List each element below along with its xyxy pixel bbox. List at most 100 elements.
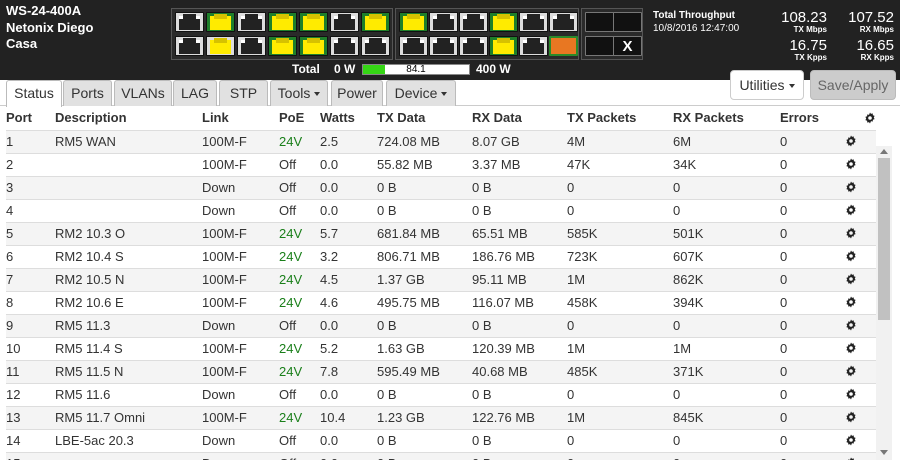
tab-vlans[interactable]: VLANs — [114, 80, 172, 106]
ethernet-port-icon[interactable] — [429, 36, 458, 56]
ethernet-port-icon[interactable] — [399, 36, 428, 56]
gear-icon[interactable] — [845, 135, 857, 147]
gear-icon[interactable] — [864, 112, 876, 124]
ethernet-port-icon[interactable] — [361, 36, 390, 56]
cell-errors: 0 — [780, 249, 788, 264]
ethernet-port-icon[interactable] — [489, 36, 518, 56]
table-row[interactable]: 14 LBE-5ac 20.3 Down Off 0.0 0 B 0 B 0 0 0 — [6, 429, 876, 452]
ethernet-port-icon[interactable] — [237, 36, 266, 56]
close-port-button[interactable]: X — [613, 36, 642, 56]
cell-description: RM5 WAN — [55, 134, 116, 149]
gear-icon[interactable] — [845, 273, 857, 285]
tab-lag[interactable]: LAG — [173, 80, 217, 106]
tx-mbps-value: 108.23 — [781, 9, 827, 26]
ethernet-port-icon[interactable] — [299, 12, 328, 32]
ethernet-port-icon[interactable] — [429, 12, 458, 32]
ethernet-port-icon[interactable] — [175, 36, 204, 56]
ethernet-port-icon[interactable] — [459, 12, 488, 32]
sfp-port[interactable] — [613, 12, 642, 32]
table-row[interactable]: 8 RM2 10.6 E 100M-F 24V 4.6 495.75 MB 116.07 M… — [6, 291, 876, 314]
gear-icon[interactable] — [845, 158, 857, 170]
column-header-errors[interactable]: Errors — [780, 110, 819, 125]
table-row[interactable]: 3 Down Off 0.0 0 B 0 B 0 0 0 — [6, 176, 876, 199]
tab-tools[interactable]: Tools — [270, 80, 328, 106]
column-header-description[interactable]: Description — [55, 110, 127, 125]
table-row[interactable]: 11 RM5 11.5 N 100M-F 24V 7.8 595.49 MB 40.68 M… — [6, 360, 876, 383]
header-bar: WS-24-400A Netonix Diego Casa X Total 0 … — [0, 0, 900, 80]
table-row[interactable]: 12 RM5 11.6 Down Off 0.0 0 B 0 B 0 0 0 — [6, 383, 876, 406]
gear-icon[interactable] — [845, 388, 857, 400]
tab-stp[interactable]: STP — [219, 80, 268, 106]
tab-device[interactable]: Device — [386, 80, 456, 106]
cell-rx-data: 120.39 MB — [472, 341, 535, 356]
gear-icon[interactable] — [845, 365, 857, 377]
table-row[interactable]: 2 100M-F Off 0.0 55.82 MB 3.37 MB 47K 34K 0 — [6, 153, 876, 176]
table-row[interactable]: 7 RM2 10.5 N 100M-F 24V 4.5 1.37 GB 95.11 MB 1M… — [6, 268, 876, 291]
column-header-tx-packets[interactable]: TX Packets — [567, 110, 636, 125]
column-header-tx-data[interactable]: TX Data — [377, 110, 425, 125]
tab-power[interactable]: Power — [331, 80, 383, 106]
cell-tx-packets: 0 — [567, 318, 575, 333]
cell-watts: 4.5 — [320, 272, 339, 287]
ethernet-port-icon[interactable] — [549, 36, 578, 56]
table-row[interactable]: 13 RM5 11.7 Omni 100M-F 24V 10.4 1.23 GB 122.7… — [6, 406, 876, 429]
gear-icon[interactable] — [845, 250, 857, 262]
cell-port: 11 — [6, 364, 20, 379]
ethernet-port-icon[interactable] — [361, 12, 390, 32]
scroll-down-arrow-icon[interactable] — [880, 450, 888, 455]
scroll-up-arrow-icon[interactable] — [880, 149, 888, 154]
gear-icon[interactable] — [845, 296, 857, 308]
tab-ports[interactable]: Ports — [63, 80, 112, 106]
ethernet-port-icon[interactable] — [330, 12, 359, 32]
gear-icon[interactable] — [845, 319, 857, 331]
port-jack-bottom — [523, 43, 544, 54]
cell-rx-data: 186.76 MB — [472, 249, 535, 264]
table-row[interactable]: 10 RM5 11.4 S 100M-F 24V 5.2 1.63 GB 120.39 MB… — [6, 337, 876, 360]
ethernet-port-icon[interactable] — [549, 12, 578, 32]
throughput-date: 10/8/2016 12:47:00 — [653, 23, 740, 34]
cell-rx-packets: 371K — [673, 364, 704, 379]
ethernet-port-icon[interactable] — [489, 12, 518, 32]
sfp-port[interactable] — [585, 36, 614, 56]
gear-icon[interactable] — [845, 181, 857, 193]
cell-port: 4 — [6, 203, 14, 218]
column-header-rx-packets[interactable]: RX Packets — [673, 110, 744, 125]
table-scrollbar[interactable] — [876, 146, 892, 460]
table-row[interactable]: 5 RM2 10.3 O 100M-F 24V 5.7 681.84 MB 65.51 MB… — [6, 222, 876, 245]
tab-status[interactable]: Status — [6, 80, 62, 107]
ethernet-port-icon[interactable] — [175, 12, 204, 32]
tx-kpps-unit: TX Kpps — [794, 53, 827, 62]
ethernet-port-icon[interactable] — [519, 12, 548, 32]
table-row[interactable]: 4 Down Off 0.0 0 B 0 B 0 0 0 — [6, 199, 876, 222]
tab-label: Power — [337, 85, 377, 101]
table-row[interactable]: 9 RM5 11.3 Down Off 0.0 0 B 0 B 0 0 0 — [6, 314, 876, 337]
cell-link: Down — [202, 203, 236, 218]
gear-icon[interactable] — [845, 227, 857, 239]
table-row[interactable]: 6 RM2 10.4 S 100M-F 24V 3.2 806.71 MB 186.76 M… — [6, 245, 876, 268]
column-header-link[interactable]: Link — [202, 110, 229, 125]
table-row[interactable]: 15 Down Off 0.0 0 B 0 B 0 0 0 — [6, 452, 876, 460]
cell-poe: Off — [279, 433, 297, 448]
ethernet-port-icon[interactable] — [399, 12, 428, 32]
column-header-rx-data[interactable]: RX Data — [472, 110, 522, 125]
column-header-watts[interactable]: Watts — [320, 110, 355, 125]
gear-icon[interactable] — [845, 411, 857, 423]
ethernet-port-icon[interactable] — [206, 12, 235, 32]
column-header-port[interactable]: Port — [6, 110, 32, 125]
ethernet-port-icon[interactable] — [268, 12, 297, 32]
table-row[interactable]: 1 RM5 WAN 100M-F 24V 2.5 724.08 MB 8.07 GB 4M 6M… — [6, 130, 876, 153]
ethernet-port-icon[interactable] — [519, 36, 548, 56]
cell-poe: 24V — [279, 295, 303, 310]
ethernet-port-icon[interactable] — [268, 36, 297, 56]
gear-icon[interactable] — [845, 342, 857, 354]
ethernet-port-icon[interactable] — [330, 36, 359, 56]
gear-icon[interactable] — [845, 204, 857, 216]
ethernet-port-icon[interactable] — [459, 36, 488, 56]
ethernet-port-icon[interactable] — [206, 36, 235, 56]
gear-icon[interactable] — [845, 434, 857, 446]
column-header-poe[interactable]: PoE — [279, 110, 304, 125]
sfp-port[interactable] — [585, 12, 614, 32]
scrollbar-thumb[interactable] — [878, 158, 890, 320]
ethernet-port-icon[interactable] — [237, 12, 266, 32]
ethernet-port-icon[interactable] — [299, 36, 328, 56]
